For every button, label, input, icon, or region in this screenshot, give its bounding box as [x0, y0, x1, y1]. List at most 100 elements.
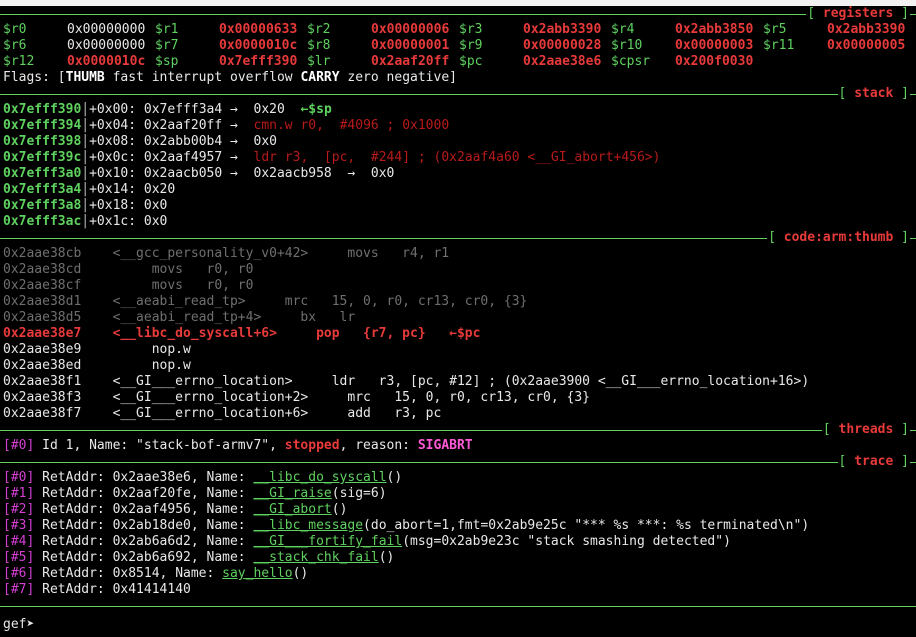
register-name: $lr	[307, 54, 331, 69]
stack-offset: +0x08:	[89, 134, 137, 149]
stack-code-ref: ldr r3, [pc, #244] ; (0x2aaf4a60 <__GI_a…	[253, 150, 661, 165]
register-name: $pc	[459, 54, 483, 69]
frame-return-address: RetAddr: 0x2ab6a692, Name:	[34, 550, 254, 565]
command-prompt[interactable]: gef➤	[3, 617, 42, 633]
code-line: 0x2aae38cd movs r0, r0	[0, 262, 916, 278]
register-name: $r2	[307, 22, 331, 37]
frame-args: (do_abort=1,fmt=0x2ab9e25c "*** %s ***: …	[363, 518, 810, 533]
flag-set: CARRY	[300, 70, 340, 85]
stack-value: 0x7efff3a4	[143, 102, 223, 117]
stack-row: 0x7efff39c│+0x0c: 0x2aaf4957 → ldr r3, […	[0, 150, 916, 166]
frame-function: say_hello	[222, 566, 293, 581]
frame-function: __GI_raise	[253, 486, 332, 501]
stack-space	[136, 150, 144, 165]
instruction-text: 0x2aae38ed nop.w	[3, 358, 191, 373]
stack-divider: │	[81, 134, 90, 149]
frame-return-address: RetAddr: 0x2ab18de0, Name:	[34, 518, 254, 533]
frame-return-address: RetAddr: 0x2aaf4956, Name:	[34, 502, 254, 517]
stack-row: 0x7efff3ac│+0x1c: 0x0	[0, 214, 916, 230]
register-name: $r3	[459, 22, 483, 37]
code-separator: [ code:arm:thumb ]	[0, 230, 916, 246]
frame-args: ()	[331, 502, 348, 517]
stack-divider: │	[81, 214, 90, 229]
register-value: 0x0000010c	[67, 54, 146, 69]
stack-address: 0x7efff394	[3, 118, 82, 133]
stack-row: 0x7efff394│+0x04: 0x2aaf20ff → cmn.w r0,…	[0, 118, 916, 134]
register-cell: $r2 0x00000006	[307, 22, 459, 38]
register-value: 0x00000005	[827, 38, 906, 53]
thread-info: Id 1, Name: "stack-bof-armv7",	[34, 438, 285, 453]
register-name: $sp	[155, 54, 179, 69]
trace-frame: [#2] RetAddr: 0x2aaf4956, Name: __GI_abo…	[0, 502, 916, 518]
threads-separator: [ threads ]	[0, 422, 916, 438]
gef-terminal[interactable]: [ registers ] $r0 0x00000000 $r1 0x00000633…	[0, 0, 916, 637]
code-line: 0x2aae38d1 <__aeabi_read_tp> mrc 15, 0, …	[0, 294, 916, 310]
register-cell: $cpsr 0x200f0030	[611, 54, 763, 70]
frame-function: __libc_do_syscall	[253, 470, 387, 485]
register-cell: $r4 0x2abb3850	[611, 22, 763, 38]
frame-args: ()	[386, 470, 403, 485]
stack-space	[136, 198, 144, 213]
frame-index: [#4]	[3, 534, 35, 549]
thread-index: [#0]	[3, 438, 35, 453]
trace-frame: [#5] RetAddr: 0x2ab6a692, Name: __stack_…	[0, 550, 916, 566]
stack-divider: │	[81, 198, 90, 213]
register-cell: $r0 0x00000000	[3, 22, 155, 38]
registers-separator: [ registers ]	[0, 6, 916, 22]
stack-offset: +0x00:	[89, 102, 137, 117]
register-name: $r5	[763, 22, 787, 37]
register-name: $r7	[155, 38, 179, 53]
stack-value: 0x0	[143, 198, 168, 213]
code-line: 0x2aae38f7 <__GI___errno_location+6> add…	[0, 406, 916, 422]
stack-divider: │	[81, 166, 90, 181]
register-value: 0x00000633	[219, 22, 298, 37]
frame-args: (msg=0x2ab9e23c "stack smashing detected…	[402, 534, 731, 549]
current-instruction: 0x2aae38e7 <__libc_do_syscall+6> pop {r7…	[0, 326, 916, 342]
flag-clear: zero negative	[339, 70, 450, 85]
frame-index: [#3]	[3, 518, 35, 533]
register-cell: $r11 0x00000005	[763, 38, 915, 54]
stack-separator: [ stack ]	[0, 86, 916, 102]
frame-return-address: RetAddr: 0x8514, Name:	[34, 566, 223, 581]
frame-index: [#2]	[3, 502, 35, 517]
register-name: $r12	[3, 54, 35, 69]
register-cell: $r1 0x00000633	[155, 22, 307, 38]
flags-line: Flags: [THUMB fast interrupt overflow CA…	[0, 70, 916, 86]
frame-args: ()	[378, 550, 395, 565]
stack-deref: →	[222, 118, 254, 133]
trace-frame: [#6] RetAddr: 0x8514, Name: say_hello()	[0, 566, 916, 582]
instruction-text: 0x2aae38f7 <__GI___errno_location+6> add…	[3, 406, 442, 421]
trace-frame: [#4] RetAddr: 0x2ab6a6d2, Name: __GI___f…	[0, 534, 916, 550]
instruction-text: 0x2aae38f1 <__GI___errno_location> ldr r…	[3, 374, 810, 389]
registers-section-title: registers	[822, 6, 894, 21]
instruction-text: 0x2aae38e9 nop.w	[3, 342, 191, 357]
stack-divider: │	[81, 102, 90, 117]
register-cell: $lr 0x2aaf20ff	[307, 54, 459, 70]
code-line: 0x2aae38d5 <__aeabi_read_tp+4> bx lr	[0, 310, 916, 326]
prompt-label: gef➤	[3, 617, 43, 632]
stack-space	[136, 166, 144, 181]
register-cell: $r10 0x00000003	[611, 38, 763, 54]
frame-args: ()	[292, 566, 309, 581]
register-cell: $pc 0x2aae38e6	[459, 54, 611, 70]
frame-index: [#6]	[3, 566, 35, 581]
code-line: 0x2aae38e9 nop.w	[0, 342, 916, 358]
stack-divider: │	[81, 182, 90, 197]
trace-separator: [ trace ]	[0, 454, 916, 470]
stack-value: 0x2aacb050	[143, 166, 223, 181]
code-line: 0x2aae38f3 <__GI___errno_location+2> mrc…	[0, 390, 916, 406]
stack-value: 0x2aaf4957	[143, 150, 223, 165]
frame-return-address: RetAddr: 0x2aaf20fe, Name:	[34, 486, 254, 501]
stack-deref: → 0x2aacb958 → 0x0	[222, 166, 395, 181]
instruction-text: 0x2aae38f3 <__GI___errno_location+2> mrc…	[3, 390, 590, 405]
stack-address: 0x7efff3a0	[3, 166, 82, 181]
frame-index: [#7]	[3, 582, 35, 597]
frame-return-address: RetAddr: 0x2ab6a6d2, Name:	[34, 534, 254, 549]
instruction-text: 0x2aae38cf movs r0, r0	[3, 278, 254, 293]
threads-section-title: threads	[838, 422, 894, 437]
register-name: $r8	[307, 38, 331, 53]
stack-value: 0x20	[143, 182, 176, 197]
register-value: 0x200f0030	[675, 54, 754, 69]
register-value: 0x0000010c	[219, 38, 298, 53]
stack-offset: +0x04:	[89, 118, 137, 133]
